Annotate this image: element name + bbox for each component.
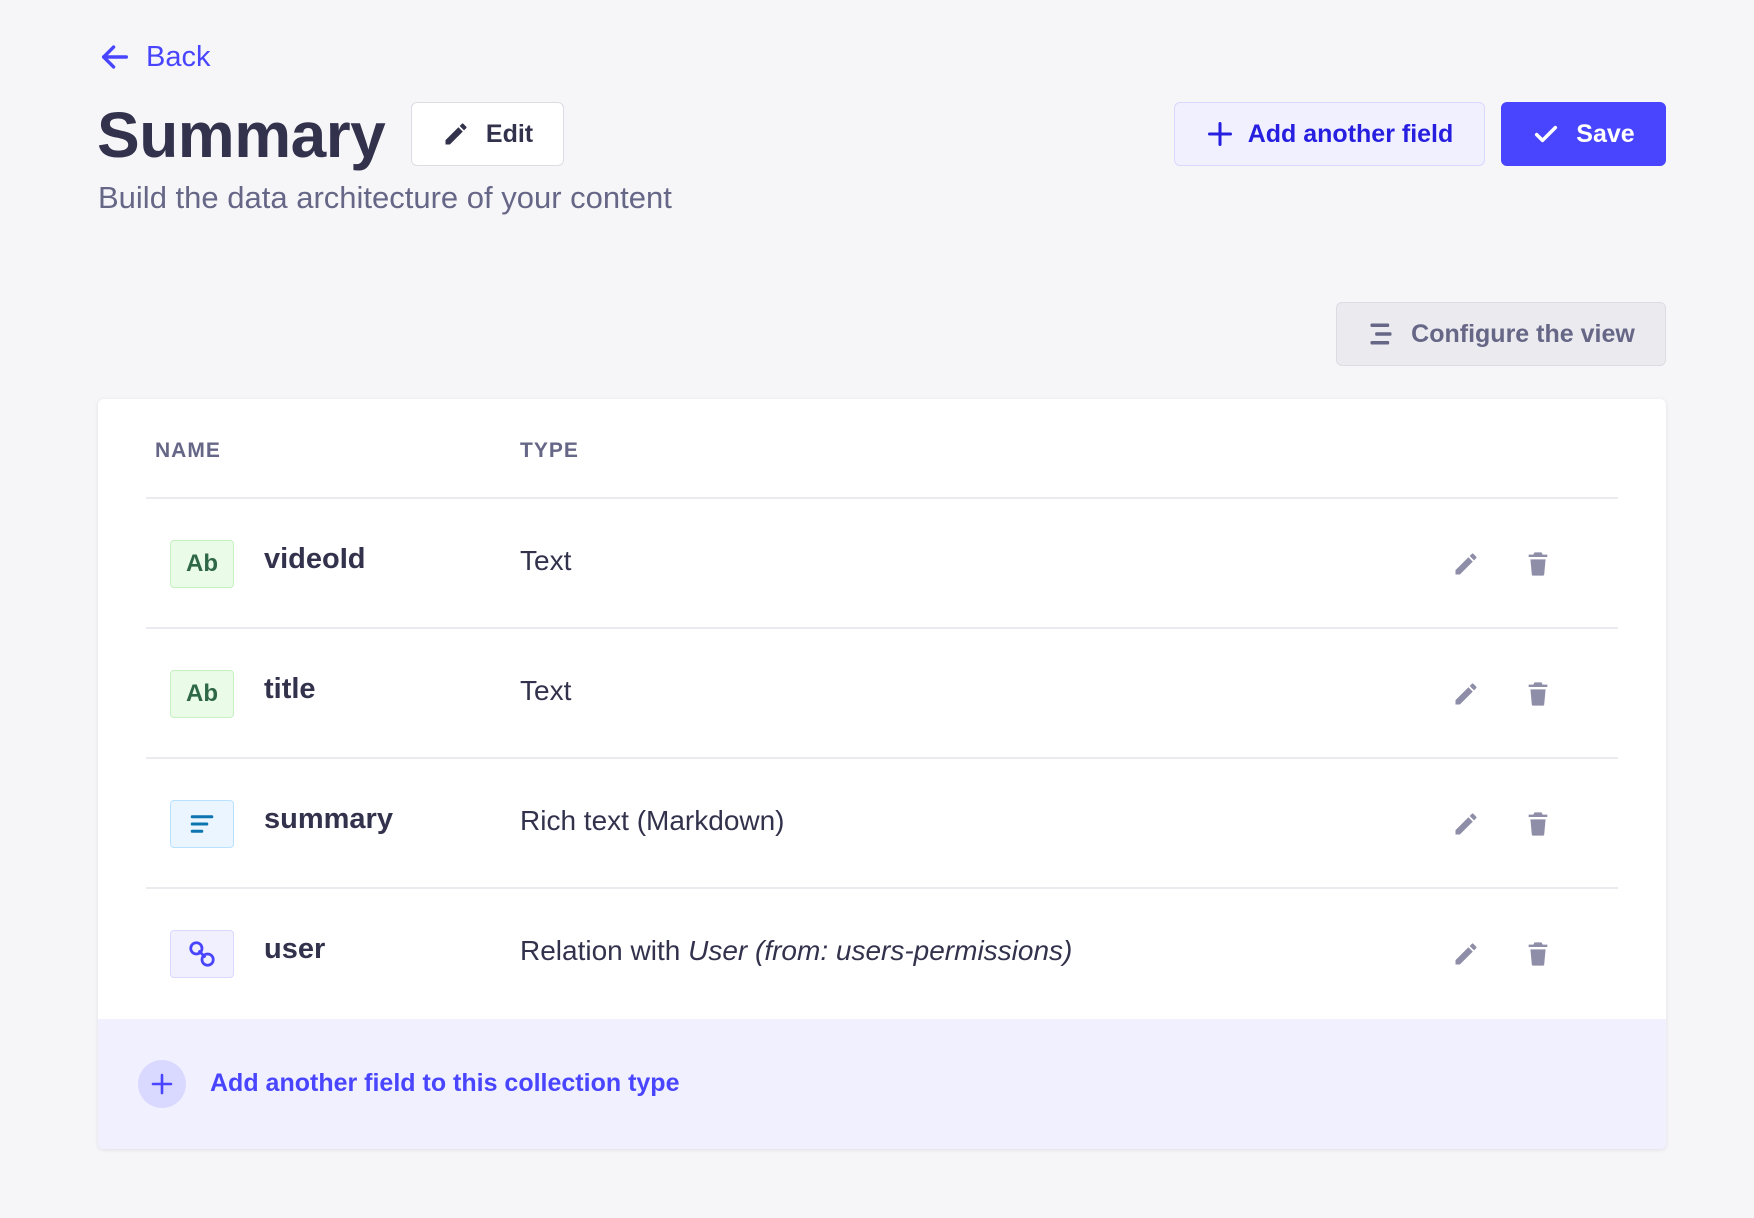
plus-icon	[151, 1073, 173, 1095]
field-name: title	[264, 673, 316, 705]
pencil-icon	[1455, 683, 1477, 705]
plus-icon	[1207, 121, 1232, 147]
add-field-to-collection-label: Add another field to this collection typ…	[210, 1069, 680, 1097]
page-subtitle: Build the data architecture of your cont…	[98, 180, 672, 215]
trash-icon	[1528, 552, 1548, 576]
delete-field-button[interactable]	[1520, 806, 1556, 842]
delete-field-button[interactable]	[1520, 936, 1556, 972]
edit-field-button[interactable]	[1448, 676, 1484, 712]
trash-icon	[1528, 812, 1548, 836]
add-another-field-button[interactable]: Add another field	[1174, 102, 1485, 166]
text-type-icon: Ab	[170, 670, 234, 718]
fields-table-card: NAME TYPE Ab videoId Text Ab title Text …	[98, 399, 1666, 1149]
relation-type-icon	[170, 930, 234, 978]
field-name: user	[264, 933, 326, 965]
pencil-icon	[445, 123, 467, 145]
pencil-icon	[1455, 553, 1477, 575]
delete-field-button[interactable]	[1520, 676, 1556, 712]
pencil-icon	[1455, 943, 1477, 965]
text-type-icon: Ab	[170, 540, 234, 588]
edit-button[interactable]: Edit	[411, 102, 564, 166]
configure-label: Configure the view	[1411, 319, 1635, 348]
table-header: NAME TYPE	[146, 399, 1618, 499]
back-link[interactable]: Back	[98, 40, 210, 74]
column-header-name: NAME	[155, 439, 221, 462]
richtext-type-icon	[170, 800, 234, 848]
edit-label: Edit	[485, 119, 534, 148]
page-title: Summary	[97, 99, 386, 171]
add-field-label: Add another field	[1247, 119, 1454, 148]
layout-icon	[1370, 323, 1392, 345]
table-row: user Relation with User (from: users-per…	[146, 889, 1618, 1019]
delete-field-button[interactable]	[1520, 546, 1556, 582]
add-field-to-collection-button[interactable]: Add another field to this collection typ…	[98, 1019, 1666, 1149]
table-row: Ab videoId Text	[146, 499, 1618, 629]
save-label: Save	[1576, 119, 1635, 148]
trash-icon	[1528, 682, 1548, 706]
pencil-icon	[1455, 813, 1477, 835]
field-name: summary	[264, 803, 393, 835]
arrow-left-icon	[101, 45, 129, 69]
field-type: Text	[520, 545, 572, 576]
field-type: Rich text (Markdown)	[520, 805, 785, 836]
plus-circle-icon	[138, 1060, 186, 1108]
edit-field-button[interactable]	[1448, 806, 1484, 842]
field-type: Relation with User (from: users-permissi…	[520, 935, 1073, 966]
field-name: videoId	[264, 543, 366, 575]
column-header-type: TYPE	[520, 439, 579, 462]
check-icon	[1535, 125, 1558, 143]
save-button[interactable]: Save	[1501, 102, 1666, 166]
back-label: Back	[146, 40, 211, 73]
table-row: summary Rich text (Markdown)	[146, 759, 1618, 889]
edit-field-button[interactable]	[1448, 546, 1484, 582]
field-type: Text	[520, 675, 572, 706]
edit-field-button[interactable]	[1448, 936, 1484, 972]
link-icon	[189, 941, 215, 967]
configure-view-button[interactable]: Configure the view	[1336, 302, 1666, 366]
table-row: Ab title Text	[146, 629, 1618, 759]
text-align-left-icon	[190, 815, 214, 833]
trash-icon	[1528, 942, 1548, 966]
